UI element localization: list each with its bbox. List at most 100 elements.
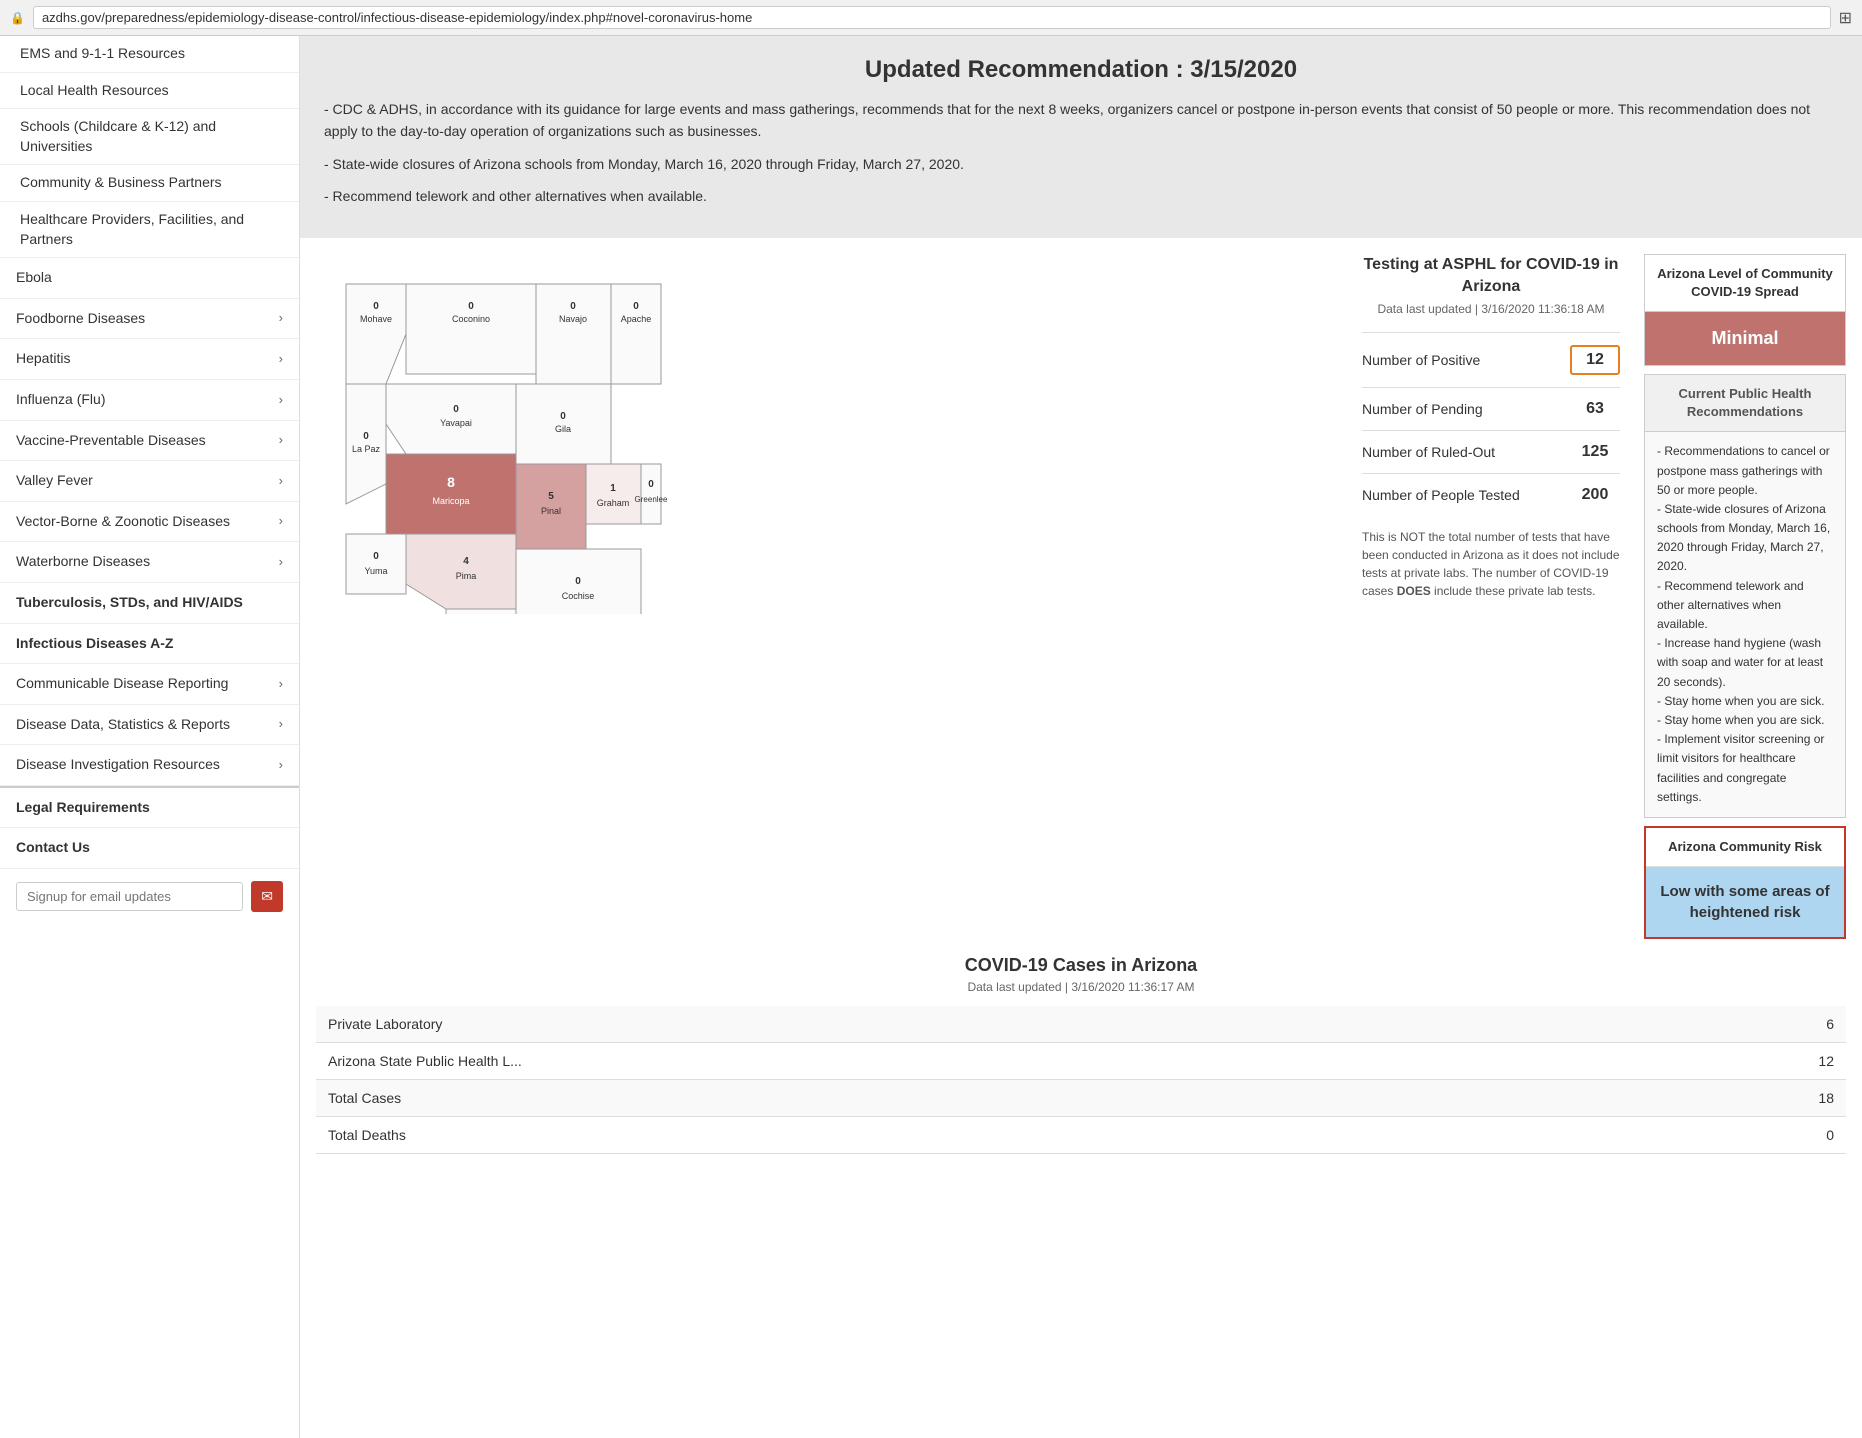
yavapai-count: 0 xyxy=(453,404,459,415)
table-row: Arizona State Public Health L... 12 xyxy=(316,1043,1846,1080)
sidebar-item-label: Tuberculosis, STDs, and HIV/AIDS xyxy=(16,593,243,613)
browser-bar: 🔒 azdhs.gov/preparedness/epidemiology-di… xyxy=(0,0,1862,36)
sidebar-item-label: Communicable Disease Reporting xyxy=(16,674,228,694)
county-apache xyxy=(611,284,661,384)
cochise-label: Cochise xyxy=(562,591,595,601)
mohave-count: 0 xyxy=(373,301,379,312)
ph-point-1: - State-wide closures of Arizona schools… xyxy=(1657,500,1833,577)
translate-icon[interactable]: ⊞ xyxy=(1839,8,1852,28)
sidebar-item-label: Ebola xyxy=(16,268,52,288)
apache-count: 0 xyxy=(633,301,639,312)
cases-label-2: Total Cases xyxy=(316,1080,1611,1117)
sidebar-item-foodborne[interactable]: Foodborne Diseases › xyxy=(0,299,299,340)
sidebar-item-label: Disease Data, Statistics & Reports xyxy=(16,715,230,735)
sidebar-item-local-health[interactable]: Local Health Resources xyxy=(0,73,299,110)
testing-note: This is NOT the total number of tests th… xyxy=(1362,528,1620,600)
covid-section: 0 Mohave 0 Coconino 0 Navajo 0 Apache xyxy=(300,238,1862,956)
cases-value-2: 18 xyxy=(1611,1080,1846,1117)
chevron-right-icon: › xyxy=(279,472,283,490)
sidebar-item-label: Legal Requirements xyxy=(16,798,150,818)
arizona-map: 0 Mohave 0 Coconino 0 Navajo 0 Apache xyxy=(316,254,696,614)
main-content: Updated Recommendation : 3/15/2020 - CDC… xyxy=(300,36,1862,1438)
right-panel: Arizona Level of Community COVID-19 Spre… xyxy=(1636,254,1846,940)
sidebar-item-waterborne[interactable]: Waterborne Diseases › xyxy=(0,542,299,583)
ph-point-3: - Increase hand hygiene (wash with soap … xyxy=(1657,634,1833,692)
sidebar-item-disease-investigation[interactable]: Disease Investigation Resources › xyxy=(0,745,299,786)
stat-row-people-tested: Number of People Tested 200 xyxy=(1362,473,1620,516)
sidebar-item-schools[interactable]: Schools (Childcare & K-12) and Universit… xyxy=(0,109,299,165)
sidebar-item-contact[interactable]: Contact Us xyxy=(0,828,299,869)
cases-value-3: 0 xyxy=(1611,1117,1846,1154)
sidebar-item-disease-data[interactable]: Disease Data, Statistics & Reports › xyxy=(0,705,299,746)
chevron-right-icon: › xyxy=(279,309,283,327)
cases-value-0: 6 xyxy=(1611,1006,1846,1043)
sidebar-item-ems[interactable]: EMS and 9-1-1 Resources xyxy=(0,36,299,73)
community-spread-title: Arizona Level of Community COVID-19 Spre… xyxy=(1645,255,1845,312)
sidebar-item-tuberculosis[interactable]: Tuberculosis, STDs, and HIV/AIDS xyxy=(0,583,299,624)
sidebar-item-label: Contact Us xyxy=(16,838,90,858)
email-input[interactable] xyxy=(16,882,243,911)
email-submit-button[interactable]: ✉ xyxy=(251,881,283,912)
sidebar-item-infectious-az[interactable]: Infectious Diseases A-Z xyxy=(0,624,299,665)
community-risk-value: Low with some areas of heightened risk xyxy=(1646,867,1844,937)
lapaz-count: 0 xyxy=(363,431,369,442)
table-row: Total Deaths 0 xyxy=(316,1117,1846,1154)
sidebar-item-label: Vector-Borne & Zoonotic Diseases xyxy=(16,512,230,532)
ph-point-5: - Stay home when you are sick. xyxy=(1657,711,1833,730)
sidebar-item-label: Hepatitis xyxy=(16,349,70,369)
sidebar-item-label: Vaccine-Preventable Diseases xyxy=(16,431,206,451)
cases-label-1: Arizona State Public Health L... xyxy=(316,1043,1611,1080)
maricopa-count: 8 xyxy=(447,474,455,490)
url-bar[interactable]: azdhs.gov/preparedness/epidemiology-dise… xyxy=(33,6,1831,29)
maricopa-label: Maricopa xyxy=(432,496,469,506)
cochise-count: 0 xyxy=(575,576,581,587)
email-signup-section: ✉ xyxy=(0,869,299,924)
public-health-content: - Recommendations to cancel or postpone … xyxy=(1645,432,1845,817)
chevron-right-icon: › xyxy=(279,715,283,733)
testing-date: Data last updated | 3/16/2020 11:36:18 A… xyxy=(1362,302,1620,316)
community-spread-value: Minimal xyxy=(1645,312,1845,365)
stat-label-ruled-out: Number of Ruled-Out xyxy=(1362,444,1495,460)
sidebar-item-community-business[interactable]: Community & Business Partners xyxy=(0,165,299,202)
stat-label-positive: Number of Positive xyxy=(1362,352,1480,368)
sidebar-item-label: Influenza (Flu) xyxy=(16,390,105,410)
community-risk-box: Arizona Community Risk Low with some are… xyxy=(1644,826,1846,939)
ph-point-2: - Recommend telework and other alternati… xyxy=(1657,577,1833,635)
yuma-label: Yuma xyxy=(364,566,387,576)
sidebar-item-ebola[interactable]: Ebola xyxy=(0,258,299,299)
sidebar-item-influenza[interactable]: Influenza (Flu) › xyxy=(0,380,299,421)
public-health-box: Current Public Health Recommendations - … xyxy=(1644,374,1846,818)
sidebar-item-hepatitis[interactable]: Hepatitis › xyxy=(0,339,299,380)
sidebar-item-healthcare[interactable]: Healthcare Providers, Facilities, and Pa… xyxy=(0,202,299,258)
testing-title: Testing at ASPHL for COVID-19 in Arizona xyxy=(1362,254,1620,299)
sidebar-item-legal[interactable]: Legal Requirements xyxy=(0,786,299,829)
stat-label-people-tested: Number of People Tested xyxy=(1362,487,1520,503)
sidebar-item-vector-borne[interactable]: Vector-Borne & Zoonotic Diseases › xyxy=(0,502,299,543)
greenlee-count: 0 xyxy=(648,479,654,490)
stat-row-pending: Number of Pending 63 xyxy=(1362,387,1620,430)
pima-count: 4 xyxy=(463,556,469,567)
recommendation-point-3: - Recommend telework and other alternati… xyxy=(324,185,1838,207)
sidebar-item-vaccine[interactable]: Vaccine-Preventable Diseases › xyxy=(0,421,299,462)
stat-row-ruled-out: Number of Ruled-Out 125 xyxy=(1362,430,1620,473)
sidebar-item-communicable[interactable]: Communicable Disease Reporting › xyxy=(0,664,299,705)
stat-label-pending: Number of Pending xyxy=(1362,401,1483,417)
yavapai-label: Yavapai xyxy=(440,418,472,428)
map-container: 0 Mohave 0 Coconino 0 Navajo 0 Apache xyxy=(316,254,1346,617)
sidebar-item-valley-fever[interactable]: Valley Fever › xyxy=(0,461,299,502)
chevron-right-icon: › xyxy=(279,675,283,693)
table-row: Total Cases 18 xyxy=(316,1080,1846,1117)
cases-date: Data last updated | 3/16/2020 11:36:17 A… xyxy=(316,980,1846,994)
recommendation-point-1: - CDC & ADHS, in accordance with its gui… xyxy=(324,98,1838,143)
county-greenlee xyxy=(641,464,661,524)
pinal-label: Pinal xyxy=(541,506,561,516)
chevron-right-icon: › xyxy=(279,391,283,409)
recommendation-box: Updated Recommendation : 3/15/2020 - CDC… xyxy=(300,36,1862,238)
recommendation-title: Updated Recommendation : 3/15/2020 xyxy=(324,56,1838,84)
stat-value-pending: 63 xyxy=(1570,400,1620,418)
cases-label-0: Private Laboratory xyxy=(316,1006,1611,1043)
mohave-label: Mohave xyxy=(360,314,392,324)
gila-label: Gila xyxy=(555,424,571,434)
stat-value-positive: 12 xyxy=(1570,345,1620,375)
gila-count: 0 xyxy=(560,411,566,422)
